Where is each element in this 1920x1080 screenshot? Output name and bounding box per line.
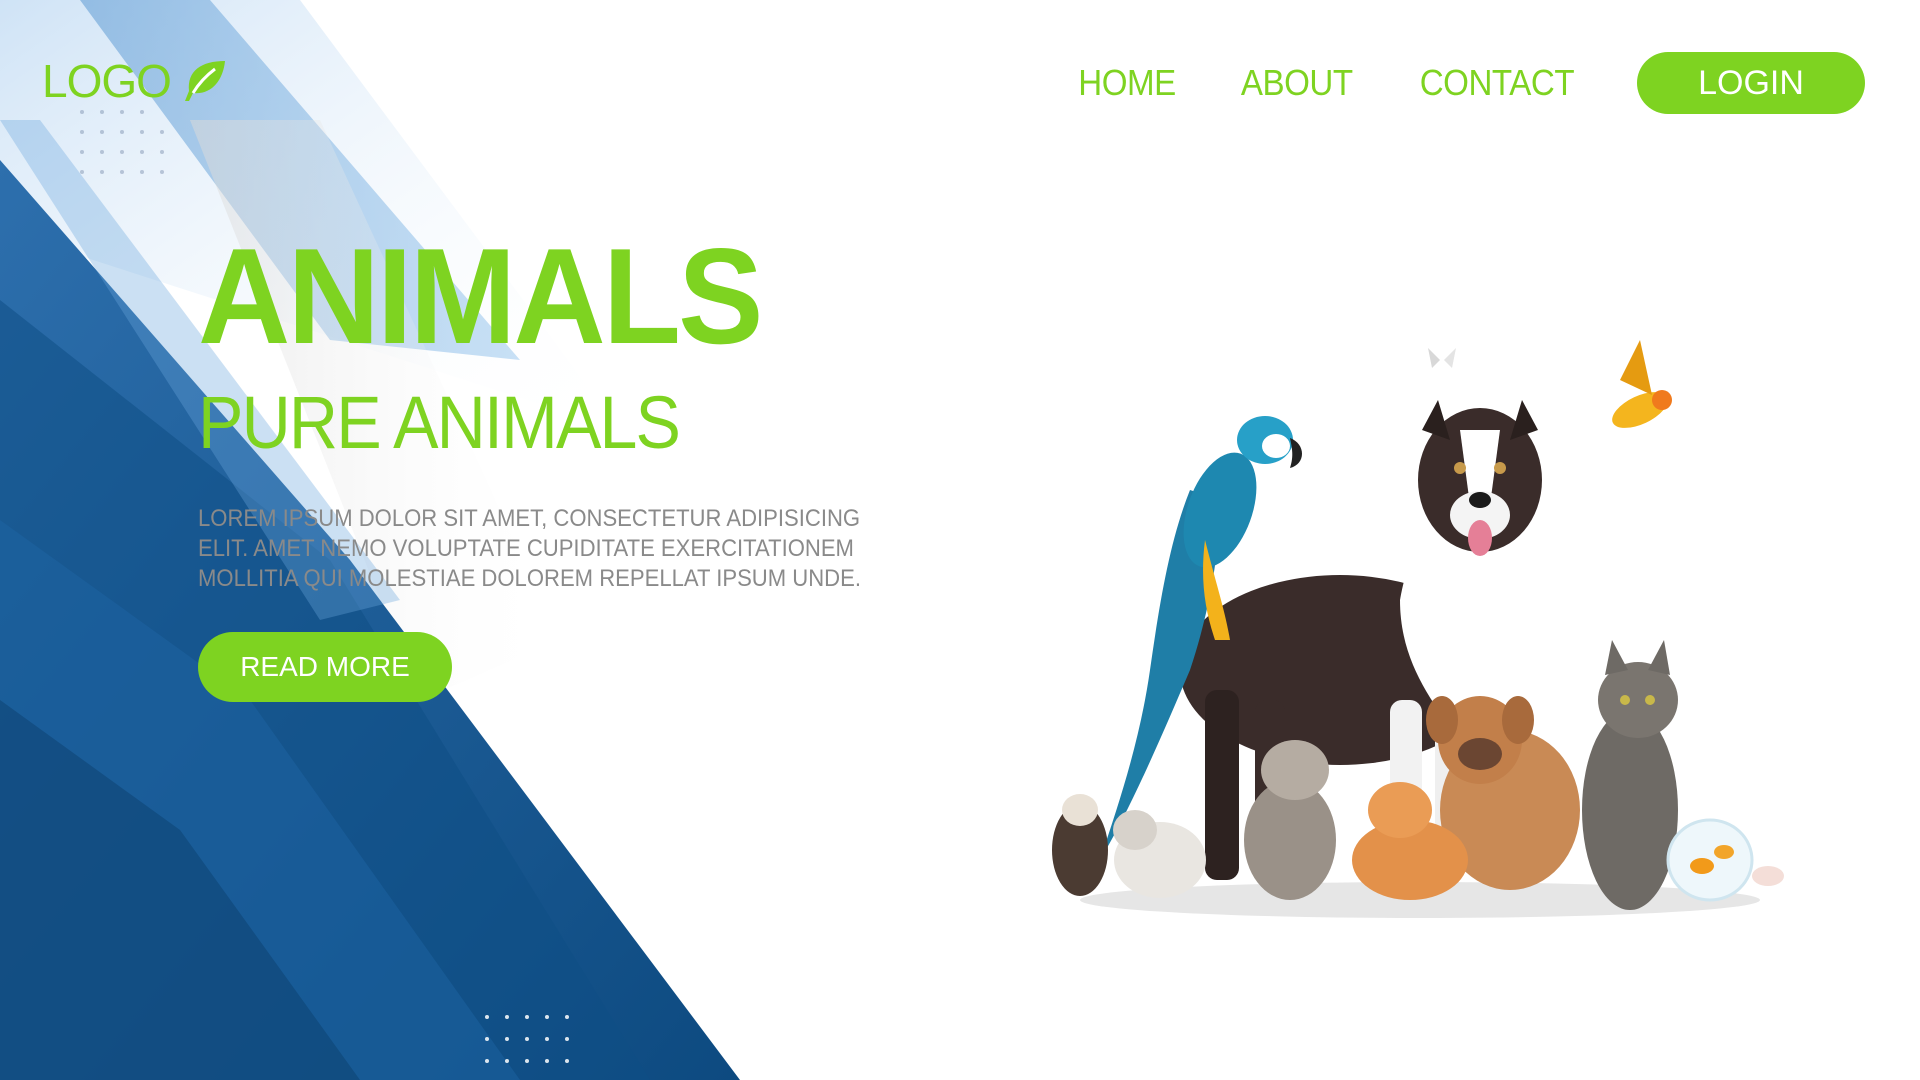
dot-grid-bottom <box>485 1015 595 1075</box>
site-logo[interactable]: LOGO <box>42 54 229 108</box>
dot-grid-top <box>80 110 190 200</box>
leaf-icon <box>184 61 225 101</box>
top-nav: HOME ABOUT CONTACT LOGIN <box>1074 52 1865 114</box>
login-button[interactable]: LOGIN <box>1637 52 1865 114</box>
hero-description: LOREM IPSUM DOLOR SIT AMET, CONSECTETUR … <box>198 505 861 592</box>
read-more-button[interactable]: READ MORE <box>198 632 452 702</box>
nav-about-link[interactable]: ABOUT <box>1241 62 1353 104</box>
hero-subtitle: PURE ANIMALS <box>198 381 681 464</box>
nav-home-link[interactable]: HOME <box>1078 62 1176 104</box>
hero-title: ANIMALS <box>198 220 763 372</box>
nav-contact-link[interactable]: CONTACT <box>1420 62 1575 104</box>
animals-group-image <box>1052 340 1784 918</box>
logo-text: LOGO <box>42 55 172 107</box>
hero-section: ANIMALS PURE ANIMALS LOREM IPSUM DOLOR S… <box>198 228 958 702</box>
